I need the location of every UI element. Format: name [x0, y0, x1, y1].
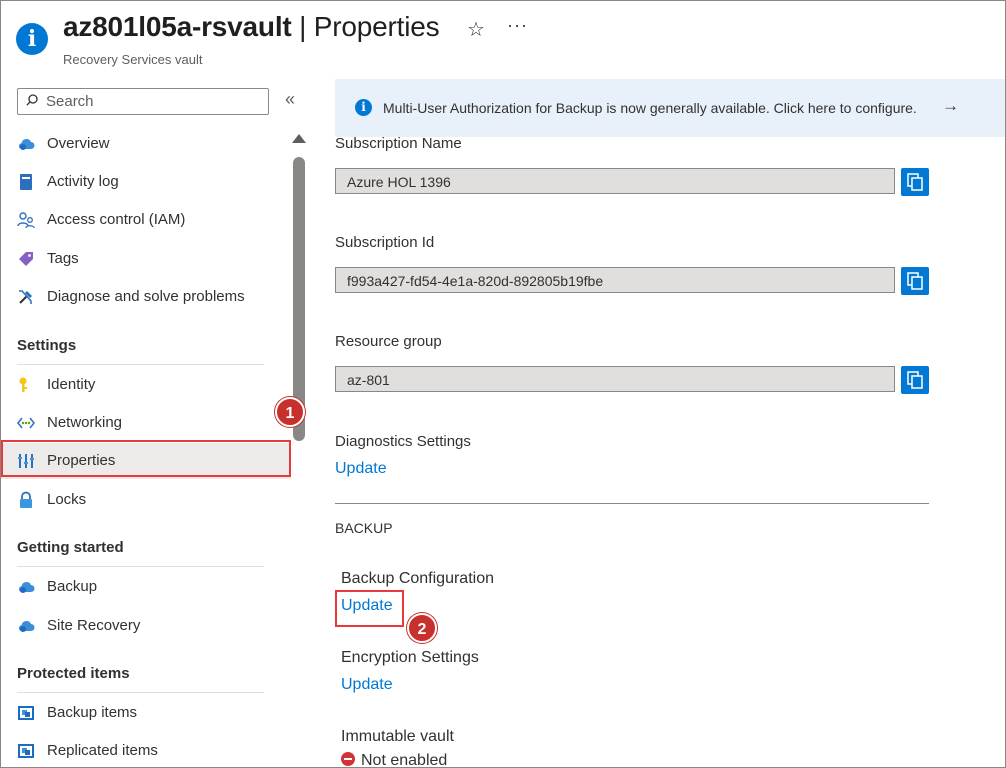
sidebar-item-access-control[interactable]: Access control (IAM): [1, 202, 291, 238]
immutable-vault-status: Not enabled: [341, 751, 448, 768]
status-text: Not enabled: [361, 752, 448, 768]
scroll-up-arrow-icon[interactable]: [292, 134, 306, 143]
immutable-vault-label: Immutable vault: [341, 728, 454, 745]
sidebar-item-networking[interactable]: Networking: [1, 405, 291, 441]
networking-icon: [17, 417, 35, 429]
annotation-badge-2: 2: [407, 613, 437, 643]
highlight-backup-update: [335, 590, 404, 627]
diagnostics-settings-label: Diagnostics Settings: [335, 433, 471, 450]
sidebar-item-label: Backup items: [47, 704, 138, 721]
backup-section-label: BACKUP: [335, 520, 393, 536]
backup-configuration-label: Backup Configuration: [341, 570, 494, 587]
more-icon[interactable]: ···: [507, 15, 528, 36]
copy-icon: [907, 371, 923, 389]
sidebar-item-locks[interactable]: Locks: [1, 482, 291, 518]
sidebar-item-label: Networking: [47, 414, 123, 431]
info-icon: i: [355, 99, 372, 116]
wrench-icon: [19, 290, 32, 304]
blocked-status-icon: [341, 752, 355, 766]
sidebar-item-backup-items[interactable]: Backup items: [1, 695, 291, 731]
resource-group-label: Resource group: [335, 333, 442, 350]
banner-message: Multi-User Authorization for Backup is n…: [383, 100, 917, 116]
identity-key-icon: [19, 377, 27, 392]
sidebar-item-identity[interactable]: Identity: [1, 367, 291, 403]
divider: [17, 692, 264, 693]
site-recovery-icon: [18, 621, 35, 632]
title-separator: |: [299, 11, 307, 42]
announcement-banner[interactable]: i Multi-User Authorization for Backup is…: [335, 79, 1005, 137]
sidebar-item-replicated-items[interactable]: Replicated items: [1, 733, 291, 767]
sidebar-item-tags[interactable]: Tags: [1, 241, 291, 277]
backup-items-icon: [18, 706, 34, 720]
access-control-icon: [17, 212, 35, 229]
sidebar-item-label: Access control (IAM): [47, 211, 186, 228]
sidebar-item-label: Diagnose and solve problems: [47, 288, 245, 305]
backup-cloud-icon: [18, 582, 35, 593]
diagnostics-update-link[interactable]: Update: [335, 460, 387, 478]
encryption-settings-label: Encryption Settings: [341, 649, 479, 666]
sidebar-item-label: Overview: [47, 135, 110, 152]
search-icon: [26, 94, 38, 106]
info-icon: i: [16, 23, 48, 55]
search-box[interactable]: [17, 88, 269, 115]
vault-name: az801l05a-rsvault: [63, 11, 292, 42]
sidebar-item-label: Site Recovery: [47, 617, 141, 634]
sidebar-item-label: Replicated items: [47, 742, 158, 759]
sidebar-item-label: Identity: [47, 376, 96, 393]
sidebar-item-label: Backup: [47, 578, 98, 595]
activity-log-icon: [20, 174, 32, 190]
page-title: az801l05a-rsvault | Properties: [63, 11, 440, 43]
sidebar-item-label: Activity log: [47, 173, 119, 190]
resource-type: Recovery Services vault: [63, 52, 203, 67]
subscription-name-label: Subscription Name: [335, 135, 462, 152]
collapse-sidebar-icon[interactable]: «: [285, 89, 295, 110]
copy-icon: [907, 272, 923, 290]
lock-icon: [20, 491, 32, 508]
resource-group-field: az-801: [335, 366, 895, 392]
star-icon[interactable]: ☆: [467, 17, 485, 42]
overview-cloud-icon: [18, 139, 35, 150]
copy-resource-group-button[interactable]: [901, 366, 929, 394]
subscription-id-label: Subscription Id: [335, 234, 435, 251]
sidebar-item-diagnose[interactable]: Diagnose and solve problems: [1, 279, 291, 315]
divider: [335, 503, 929, 504]
tag-icon: [19, 252, 33, 266]
section-heading-protected-items: Protected items: [17, 665, 130, 682]
sidebar-item-label: Locks: [47, 491, 87, 508]
search-input[interactable]: [46, 92, 261, 111]
sidebar-item-backup[interactable]: Backup: [1, 569, 291, 605]
copy-subscription-id-button[interactable]: [901, 267, 929, 295]
section-heading-getting-started: Getting started: [17, 539, 124, 556]
subscription-name-field: Azure HOL 1396: [335, 168, 895, 194]
arrow-right-icon: →: [942, 96, 959, 115]
copy-subscription-name-button[interactable]: [901, 168, 929, 196]
page-name: Properties: [313, 11, 440, 42]
annotation-badge-1: 1: [275, 397, 305, 427]
sidebar-item-overview[interactable]: Overview: [1, 126, 291, 162]
encryption-update-link[interactable]: Update: [341, 676, 393, 694]
replicated-items-icon: [18, 744, 34, 758]
sidebar-item-label: Tags: [47, 250, 79, 267]
subscription-id-field: f993a427-fd54-4e1a-820d-892805b19fbe: [335, 267, 895, 293]
highlight-properties: [1, 440, 291, 477]
divider: [17, 364, 264, 365]
copy-icon: [907, 173, 923, 191]
divider: [17, 566, 264, 567]
sidebar-item-activity-log[interactable]: Activity log: [1, 164, 291, 200]
properties-page: i az801l05a-rsvault | Properties Recover…: [0, 0, 1006, 768]
sidebar-item-site-recovery[interactable]: Site Recovery: [1, 608, 291, 644]
section-heading-settings: Settings: [17, 337, 77, 354]
